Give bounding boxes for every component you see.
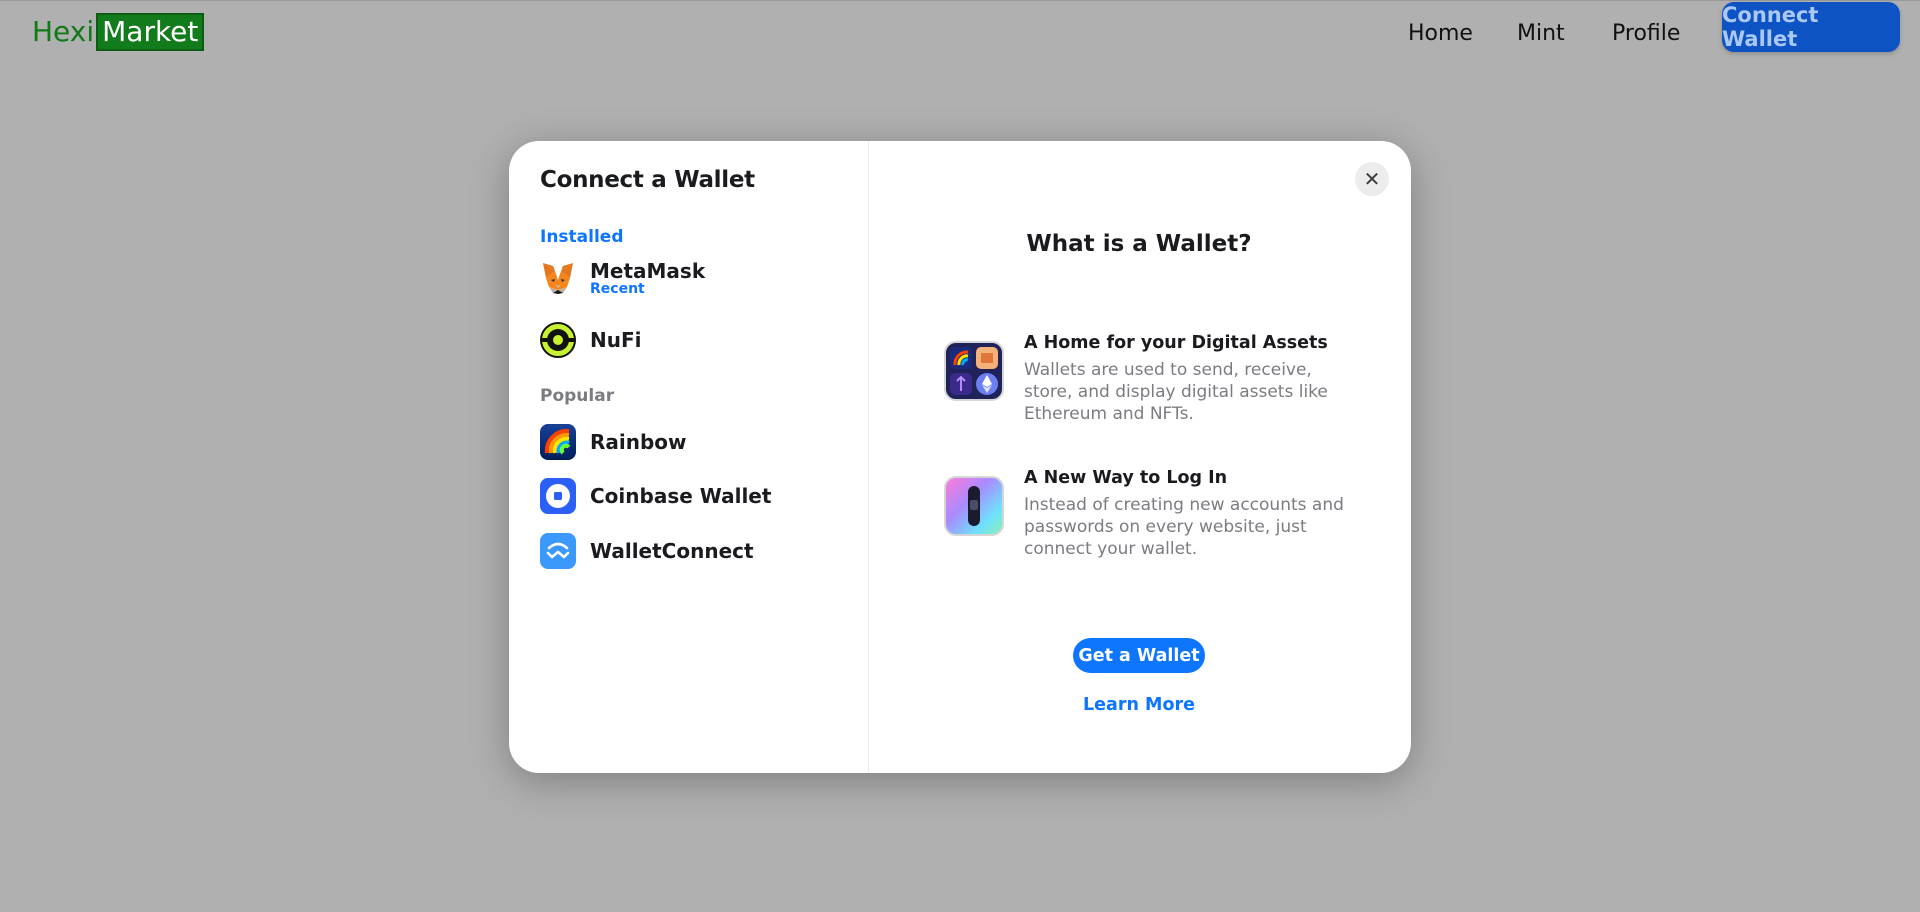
wallet-name: NuFi — [590, 328, 642, 352]
learn-more-link[interactable]: Learn More — [869, 695, 1409, 715]
wallet-list-panel: Connect a Wallet Installed MetaMask Rece… — [509, 141, 869, 773]
info-title: What is a Wallet? — [1026, 231, 1252, 257]
feature-heading: A New Way to Log In — [1024, 468, 1228, 488]
nav-home[interactable]: Home — [1408, 21, 1473, 46]
nav-profile[interactable]: Profile — [1612, 21, 1680, 46]
close-icon[interactable]: ✕ — [1355, 162, 1389, 196]
logo-text-market: Market — [96, 13, 205, 51]
wallet-option-metamask[interactable]: MetaMask Recent — [540, 259, 705, 297]
feature-heading: A Home for your Digital Assets — [1024, 333, 1328, 353]
walletconnect-icon — [540, 533, 576, 569]
nav-mint[interactable]: Mint — [1517, 21, 1565, 46]
wallet-option-nufi[interactable]: NuFi — [540, 321, 642, 359]
feature-body: Instead of creating new accounts and pas… — [1024, 495, 1344, 559]
wallet-name: Rainbow — [590, 430, 687, 454]
wallet-option-rainbow[interactable]: Rainbow — [540, 423, 687, 461]
assets-icon — [944, 341, 1004, 401]
wallet-name: Coinbase Wallet — [590, 484, 772, 508]
feature-new-login: A New Way to Log In Instead of creating … — [944, 468, 1344, 560]
installed-label: Installed — [540, 227, 624, 247]
coinbase-icon — [540, 478, 576, 514]
metamask-icon — [540, 260, 576, 296]
top-navbar: Hexi Market Home Mint Profile Connect Wa… — [0, 0, 1920, 64]
feature-digital-assets: A Home for your Digital Assets Wallets a… — [944, 333, 1344, 425]
get-wallet-button[interactable]: Get a Wallet — [1073, 638, 1205, 673]
recent-badge: Recent — [590, 281, 645, 297]
feature-body: Wallets are used to send, receive, store… — [1024, 360, 1328, 424]
wallet-name: MetaMask — [590, 259, 706, 283]
connect-wallet-button[interactable]: Connect Wallet — [1722, 2, 1900, 52]
nufi-icon — [540, 322, 576, 358]
wallet-option-walletconnect[interactable]: WalletConnect — [540, 532, 754, 570]
logo-text-hexi: Hexi — [32, 15, 95, 48]
login-icon — [944, 476, 1004, 536]
popular-label: Popular — [540, 386, 615, 406]
modal-title: Connect a Wallet — [540, 167, 755, 193]
wallet-option-coinbase[interactable]: Coinbase Wallet — [540, 477, 771, 515]
connect-wallet-modal: Connect a Wallet Installed MetaMask Rece… — [509, 141, 1411, 773]
wallet-name: WalletConnect — [590, 539, 754, 563]
rainbow-icon — [540, 424, 576, 460]
logo[interactable]: Hexi Market — [32, 13, 205, 51]
wallet-info-panel: ✕ What is a Wallet? A Home for your Digi… — [869, 141, 1411, 773]
